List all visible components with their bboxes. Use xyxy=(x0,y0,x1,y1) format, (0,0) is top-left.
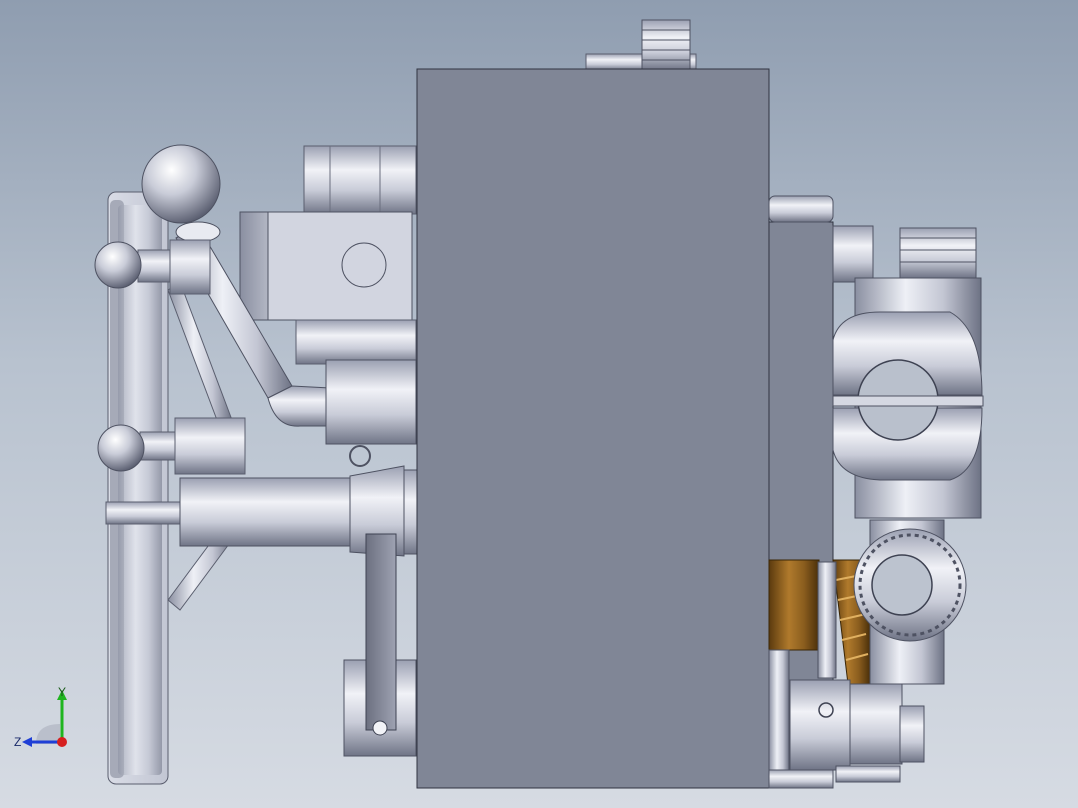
top-spur-gear xyxy=(585,19,697,71)
middle-ball-handle[interactable] xyxy=(97,417,246,475)
handwheel-hub-face xyxy=(118,205,162,775)
z-axis-label: Z xyxy=(14,735,21,749)
upper-bearing-housing xyxy=(303,145,417,215)
vertical-control-lever[interactable] xyxy=(343,533,417,757)
middle-ball-handle-knob[interactable] xyxy=(97,424,145,472)
axis-triad: Y Z xyxy=(14,686,67,749)
gearbox-block xyxy=(239,211,413,321)
upper-shaft-collar xyxy=(295,319,417,365)
z-axis-arrow xyxy=(22,737,32,747)
crank-lever-ball-knob[interactable] xyxy=(141,144,221,224)
right-top-gear xyxy=(899,227,977,279)
upper-ball-handle-knob[interactable] xyxy=(94,241,142,289)
clamp-housing xyxy=(832,277,984,519)
cad-model-viewport[interactable] xyxy=(0,0,1078,808)
right-vertical-bar xyxy=(817,561,837,679)
y-axis-label: Y xyxy=(58,686,66,699)
lever-pivot-shaft xyxy=(325,359,417,467)
x-axis-dot xyxy=(57,737,67,747)
lever-pin xyxy=(372,720,388,736)
spur-gear-right xyxy=(853,519,967,685)
spur-gear-bore xyxy=(871,554,933,616)
crank-lever-neck xyxy=(175,221,221,243)
